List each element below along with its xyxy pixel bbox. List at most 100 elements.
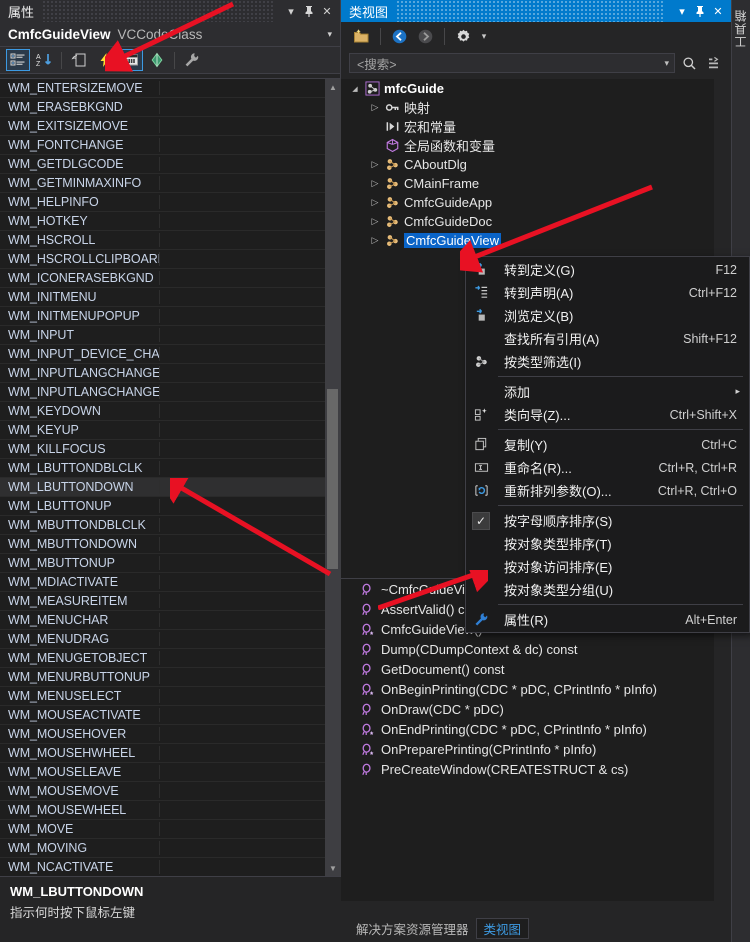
property-row[interactable]: WM_INPUT <box>0 326 325 345</box>
property-row[interactable]: WM_KEYDOWN <box>0 402 325 421</box>
menu-item-3[interactable]: 查找所有引用(A) Shift+F12 <box>466 327 749 350</box>
property-row[interactable]: WM_MBUTTONDOWN <box>0 535 325 554</box>
member-list-item[interactable]: OnEndPrinting(CDC * pDC, CPrintInfo * pI… <box>341 719 714 739</box>
property-row[interactable]: WM_FONTCHANGE <box>0 136 325 155</box>
events-button[interactable] <box>93 49 117 71</box>
property-row[interactable]: WM_MENUDRAG <box>0 630 325 649</box>
property-row[interactable]: WM_MOVE <box>0 820 325 839</box>
scroll-down-icon[interactable]: ▼ <box>325 860 341 876</box>
property-row[interactable]: WM_MEASUREITEM <box>0 592 325 611</box>
property-row[interactable]: WM_GETMINMAXINFO <box>0 174 325 193</box>
chevron-right-icon[interactable]: ▷ <box>367 159 383 170</box>
property-row[interactable]: WM_MDIACTIVATE <box>0 573 325 592</box>
class-view-drag-grip[interactable] <box>396 0 665 22</box>
scroll-up-icon[interactable]: ▲ <box>325 79 341 95</box>
property-pages-button[interactable] <box>145 49 169 71</box>
menu-item-13[interactable]: ✓ 按字母顺序排序(S) <box>466 509 749 532</box>
categorized-button[interactable] <box>6 49 30 71</box>
properties-pin-icon[interactable] <box>300 1 318 21</box>
tree-node-mfcGuide[interactable]: ◢ mfcGuide <box>341 79 714 98</box>
chevron-right-icon[interactable]: ▷ <box>367 216 383 227</box>
properties-close-icon[interactable]: ✕ <box>318 1 336 21</box>
chevron-down-icon[interactable]: ◢ <box>347 85 363 93</box>
tab-solution-explorer[interactable]: 解决方案资源管理器 <box>349 918 476 939</box>
class-view-pin-icon[interactable] <box>691 1 709 21</box>
property-row[interactable]: WM_INPUTLANGCHANGEREQUEST <box>0 383 325 402</box>
class-view-close-icon[interactable]: ✕ <box>709 1 727 21</box>
property-row[interactable]: WM_HELPINFO <box>0 193 325 212</box>
property-row[interactable]: WM_MENUCHAR <box>0 611 325 630</box>
property-row[interactable]: WM_MENUSELECT <box>0 687 325 706</box>
menu-item-6[interactable]: 添加 ▸ <box>466 380 749 403</box>
tree-node-宏和常量[interactable]: 宏和常量 <box>341 117 714 136</box>
property-row[interactable]: WM_GETDLGCODE <box>0 155 325 174</box>
property-row[interactable]: WM_HSCROLL <box>0 231 325 250</box>
tree-node-CAboutDlg[interactable]: ▷ CAboutDlg <box>341 155 714 174</box>
property-row[interactable]: WM_INPUT_DEVICE_CHANGE <box>0 345 325 364</box>
property-row[interactable]: WM_MOUSEACTIVATE <box>0 706 325 725</box>
dock-tab-toolbox[interactable]: 工具箱 <box>732 3 750 54</box>
properties-scrollbar[interactable]: ▲ ▼ <box>325 79 341 876</box>
tree-node-CMainFrame[interactable]: ▷ CMainFrame <box>341 174 714 193</box>
property-row[interactable]: WM_MOUSELEAVE <box>0 763 325 782</box>
menu-item-10[interactable]: 重命名(R)... Ctrl+R, Ctrl+R <box>466 456 749 479</box>
tree-node-CmfcGuideView[interactable]: ▷ CmfcGuideView <box>341 231 714 250</box>
tree-node-全局函数和变量[interactable]: 全局函数和变量 <box>341 136 714 155</box>
tree-node-映射[interactable]: ▷ 映射 <box>341 98 714 117</box>
class-view-dropdown-icon[interactable]: ▾ <box>673 1 691 21</box>
property-row[interactable]: WM_INPUTLANGCHANGE <box>0 364 325 383</box>
search-options-button[interactable] <box>703 52 725 74</box>
tab-class-view[interactable]: 类视图 <box>475 918 530 939</box>
chevron-right-icon[interactable]: ▷ <box>367 197 383 208</box>
alphabetical-sort-button[interactable]: A Z <box>32 49 56 71</box>
member-list-item[interactable]: OnBeginPrinting(CDC * pDC, CPrintInfo * … <box>341 679 714 699</box>
property-row[interactable]: WM_NCACTIVATE <box>0 858 325 876</box>
menu-item-11[interactable]: 重新排列参数(O)... Ctrl+R, Ctrl+O <box>466 479 749 502</box>
properties-object-selector[interactable]: CmfcGuideView VCCodeClass ▾ <box>0 22 340 47</box>
menu-item-18[interactable]: 属性(R) Alt+Enter <box>466 608 749 631</box>
property-row[interactable]: WM_INITMENU <box>0 288 325 307</box>
menu-item-14[interactable]: 按对象类型排序(T) <box>466 532 749 555</box>
property-row[interactable]: WM_MBUTTONUP <box>0 554 325 573</box>
back-button[interactable] <box>387 25 412 48</box>
chevron-right-icon[interactable]: ▷ <box>367 235 383 246</box>
property-row[interactable]: WM_MOVING <box>0 839 325 858</box>
overrides-button[interactable] <box>180 49 204 71</box>
menu-item-2[interactable]: 浏览定义(B) <box>466 304 749 327</box>
settings-dropdown-button[interactable]: ▾ <box>477 25 491 48</box>
property-row[interactable]: WM_EXITSIZEMOVE <box>0 117 325 136</box>
messages-button[interactable] <box>119 49 143 71</box>
properties-view-button[interactable] <box>67 49 91 71</box>
property-row[interactable]: WM_LBUTTONDBLCLK <box>0 459 325 478</box>
property-row[interactable]: WM_MOUSEWHEEL <box>0 801 325 820</box>
menu-item-9[interactable]: 复制(Y) Ctrl+C <box>466 433 749 456</box>
member-list-item[interactable]: OnPreparePrinting(CPrintInfo * pInfo) <box>341 739 714 759</box>
property-row[interactable]: WM_ICONERASEBKGND <box>0 269 325 288</box>
chevron-down-icon[interactable]: ▾ <box>327 29 334 40</box>
search-input[interactable]: <搜索> ▾ <box>349 53 675 73</box>
property-row[interactable]: WM_KILLFOCUS <box>0 440 325 459</box>
menu-item-4[interactable]: 按类型筛选(I) <box>466 350 749 373</box>
tree-node-CmfcGuideDoc[interactable]: ▷ CmfcGuideDoc <box>341 212 714 231</box>
property-row[interactable]: WM_HSCROLLCLIPBOARD <box>0 250 325 269</box>
search-button[interactable] <box>678 52 700 74</box>
forward-button[interactable] <box>413 25 438 48</box>
property-row[interactable]: WM_MENURBUTTONUP <box>0 668 325 687</box>
property-row[interactable]: WM_MENUGETOBJECT <box>0 649 325 668</box>
chevron-right-icon[interactable]: ▷ <box>367 102 383 113</box>
property-row[interactable]: WM_INITMENUPOPUP <box>0 307 325 326</box>
properties-dropdown-icon[interactable]: ▾ <box>282 1 300 21</box>
property-row[interactable]: WM_MOUSEHOVER <box>0 725 325 744</box>
menu-item-7[interactable]: 类向导(Z)... Ctrl+Shift+X <box>466 403 749 426</box>
menu-item-1[interactable]: 转到声明(A) Ctrl+F12 <box>466 281 749 304</box>
member-list-item[interactable]: OnDraw(CDC * pDC) <box>341 699 714 719</box>
menu-item-15[interactable]: 按对象访问排序(E) <box>466 555 749 578</box>
menu-item-0[interactable]: 转到定义(G) F12 <box>466 258 749 281</box>
property-row[interactable]: WM_HOTKEY <box>0 212 325 231</box>
settings-button[interactable] <box>451 25 476 48</box>
property-row[interactable]: WM_LBUTTONUP <box>0 497 325 516</box>
member-list-item[interactable]: GetDocument() const <box>341 659 714 679</box>
scrollbar-thumb[interactable] <box>327 389 338 569</box>
menu-item-16[interactable]: 按对象类型分组(U) <box>466 578 749 601</box>
new-folder-button[interactable] <box>349 25 374 48</box>
